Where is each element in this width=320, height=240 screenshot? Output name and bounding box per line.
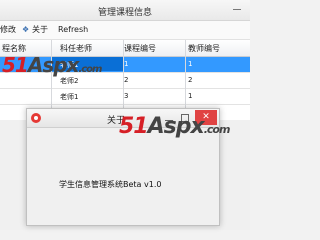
about-button[interactable]: ❖ 关于 (22, 24, 48, 36)
toolbar: 修改 ❖ 关于 Refresh (0, 21, 250, 40)
table-row[interactable]: 老师1 3 1 (0, 89, 250, 105)
cell-course-id[interactable]: 1 (124, 60, 128, 68)
watermark-logo: 51Aspx.com (119, 114, 230, 139)
cell-teacher-id[interactable]: 2 (188, 76, 192, 84)
refresh-button[interactable]: Refresh (58, 24, 88, 36)
about-dialog: 关于 ✕ 学生信息管理系统Beta v1.0 51Aspx.com (26, 108, 230, 226)
cell-teacher[interactable]: 老师1 (60, 92, 78, 102)
cell-teacher-id[interactable]: 1 (188, 60, 192, 68)
watermark-logo: 51Aspx.com (2, 53, 102, 77)
cell-teacher[interactable]: 老师2 (60, 76, 78, 86)
cell-course-id[interactable]: 3 (124, 92, 128, 100)
about-label: 关于 (32, 25, 48, 34)
minimize-icon[interactable] (230, 1, 244, 15)
app-icon (31, 113, 41, 123)
column-header-course-id[interactable]: 课程编号 (124, 43, 156, 54)
cell-course-id[interactable]: 2 (124, 76, 128, 84)
about-message: 学生信息管理系统Beta v1.0 (59, 180, 162, 189)
title-bar: 管理课程信息 (0, 0, 250, 21)
window-title: 管理课程信息 (97, 8, 152, 18)
info-icon: ❖ (22, 25, 30, 34)
cell-teacher-id[interactable]: 1 (188, 92, 192, 100)
column-header-teacher-id[interactable]: 教师编号 (188, 43, 220, 54)
edit-button[interactable]: 修改 (0, 24, 16, 36)
dialog-body: 学生信息管理系统Beta v1.0 (27, 128, 219, 225)
